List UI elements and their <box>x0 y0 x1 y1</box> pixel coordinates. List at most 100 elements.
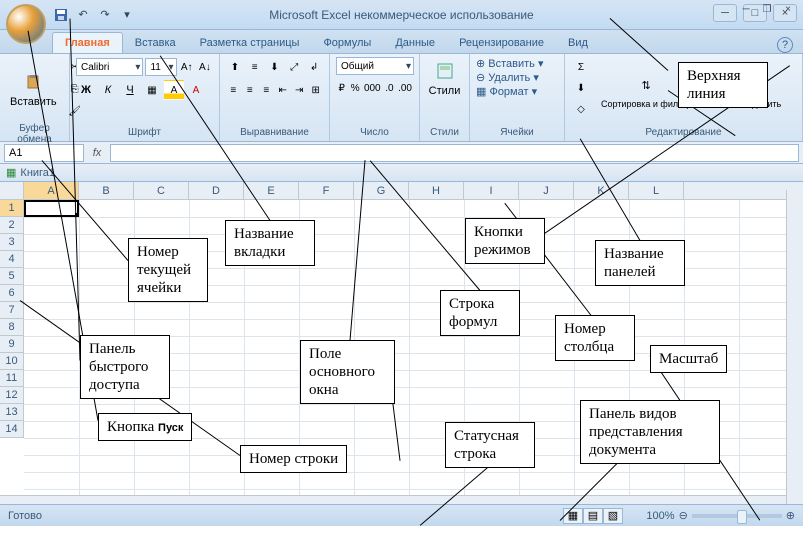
row-header-2[interactable]: 2 <box>0 217 23 234</box>
col-header-J[interactable]: J <box>519 182 574 199</box>
grow-font-icon[interactable]: A↑ <box>179 57 195 77</box>
shrink-font-icon[interactable]: A↓ <box>197 57 213 77</box>
callout-row-number: Номер строки <box>240 445 347 473</box>
dec-decimal-icon[interactable]: .00 <box>397 78 413 98</box>
view-break-icon[interactable]: ▧ <box>603 508 623 524</box>
wrap-text-icon[interactable]: ↲ <box>305 57 323 77</box>
align-right-icon[interactable]: ≡ <box>259 80 274 100</box>
row-header-13[interactable]: 13 <box>0 404 23 421</box>
font-name-combo[interactable]: Calibri <box>76 58 143 76</box>
row-header-5[interactable]: 5 <box>0 268 23 285</box>
zoom-control: 100% ⊖ ⊕ <box>646 509 795 522</box>
office-button[interactable] <box>6 4 46 44</box>
tab-review[interactable]: Рецензирование <box>447 33 556 53</box>
callout-view-panel: Панель видов представления документа <box>580 400 720 464</box>
callout-main-field: Поле основного окна <box>300 340 395 404</box>
row-header-12[interactable]: 12 <box>0 387 23 404</box>
mdi-minimize[interactable]: ─ <box>737 2 755 16</box>
tab-formulas[interactable]: Формулы <box>311 33 383 53</box>
indent-dec-icon[interactable]: ⇤ <box>276 80 291 100</box>
zoom-value[interactable]: 100% <box>646 510 674 522</box>
col-header-K[interactable]: K <box>574 182 629 199</box>
align-left-icon[interactable]: ≡ <box>226 80 241 100</box>
view-page-icon[interactable]: ▤ <box>583 508 603 524</box>
view-normal-icon[interactable]: ▦ <box>563 508 583 524</box>
paste-label: Вставить <box>10 96 57 108</box>
zoom-in-icon[interactable]: ⊕ <box>786 509 795 522</box>
name-box[interactable]: A1 <box>4 144 84 162</box>
col-header-A[interactable]: A <box>24 182 79 199</box>
styles-icon <box>433 59 457 83</box>
vertical-scrollbar[interactable] <box>786 190 803 512</box>
group-label-cells: Ячейки <box>476 125 558 138</box>
row-header-14[interactable]: 14 <box>0 421 23 438</box>
qat-dropdown-icon[interactable]: ▾ <box>118 6 136 24</box>
save-icon[interactable] <box>52 6 70 24</box>
zoom-out-icon[interactable]: ⊖ <box>679 509 688 522</box>
redo-icon[interactable]: ↷ <box>96 6 114 24</box>
formula-input[interactable] <box>110 144 799 162</box>
mdi-close[interactable]: × <box>779 2 797 16</box>
tab-home[interactable]: Главная <box>52 32 123 53</box>
cells-format[interactable]: ▦ Формат ▾ <box>476 85 544 98</box>
number-format-combo[interactable]: Общий <box>336 57 414 75</box>
italic-icon[interactable]: К <box>98 80 118 100</box>
help-icon[interactable]: ? <box>777 37 793 53</box>
group-number: Общий ₽ % 000 .0 .00 Число <box>330 54 420 141</box>
group-label-alignment: Выравнивание <box>226 125 323 138</box>
clear-icon[interactable]: ◇ <box>571 99 591 119</box>
align-top-icon[interactable]: ⬆ <box>226 57 244 77</box>
align-middle-icon[interactable]: ≡ <box>246 57 264 77</box>
tab-insert[interactable]: Вставка <box>123 33 188 53</box>
tab-view[interactable]: Вид <box>556 33 600 53</box>
col-header-D[interactable]: D <box>189 182 244 199</box>
fx-icon[interactable]: fx <box>88 144 106 162</box>
cells-delete[interactable]: ⊖ Удалить ▾ <box>476 71 544 84</box>
col-header-H[interactable]: H <box>409 182 464 199</box>
active-cell[interactable] <box>24 200 79 217</box>
row-header-9[interactable]: 9 <box>0 336 23 353</box>
mdi-restore[interactable]: ❐ <box>758 2 776 16</box>
fill-icon[interactable]: ⬇ <box>571 78 591 98</box>
col-header-C[interactable]: C <box>134 182 189 199</box>
currency-icon[interactable]: ₽ <box>336 78 347 98</box>
border-icon[interactable]: ▦ <box>142 80 162 100</box>
row-header-1[interactable]: 1 <box>0 200 23 217</box>
comma-icon[interactable]: 000 <box>363 78 382 98</box>
select-all-corner[interactable] <box>0 182 24 200</box>
cells-insert[interactable]: ⊕ Вставить ▾ <box>476 57 544 70</box>
bold-icon[interactable]: Ж <box>76 80 96 100</box>
minimize-button[interactable]: ─ <box>713 4 737 22</box>
merge-icon[interactable]: ⊞ <box>309 80 324 100</box>
col-header-E[interactable]: E <box>244 182 299 199</box>
col-header-F[interactable]: F <box>299 182 354 199</box>
view-buttons: ▦ ▤ ▧ <box>563 508 623 524</box>
col-header-B[interactable]: B <box>79 182 134 199</box>
undo-icon[interactable]: ↶ <box>74 6 92 24</box>
underline-icon[interactable]: Ч <box>120 80 140 100</box>
align-bottom-icon[interactable]: ⬇ <box>266 57 284 77</box>
inc-decimal-icon[interactable]: .0 <box>384 78 395 98</box>
styles-button[interactable]: Стили <box>426 57 463 99</box>
autosum-icon[interactable]: Σ <box>571 57 591 77</box>
row-header-7[interactable]: 7 <box>0 302 23 319</box>
align-center-icon[interactable]: ≡ <box>243 80 258 100</box>
row-header-4[interactable]: 4 <box>0 251 23 268</box>
row-header-10[interactable]: 10 <box>0 353 23 370</box>
row-header-3[interactable]: 3 <box>0 234 23 251</box>
col-headers: ABCDEFGHIJKL <box>24 182 803 200</box>
orientation-icon[interactable]: ⤢ <box>285 57 303 77</box>
callout-qat: Панель быстрого доступа <box>80 335 170 399</box>
col-header-L[interactable]: L <box>629 182 684 199</box>
col-header-I[interactable]: I <box>464 182 519 199</box>
row-header-8[interactable]: 8 <box>0 319 23 336</box>
indent-inc-icon[interactable]: ⇥ <box>292 80 307 100</box>
zoom-slider[interactable] <box>692 514 782 518</box>
tab-data[interactable]: Данные <box>383 33 447 53</box>
font-color-icon[interactable]: A <box>186 80 206 100</box>
quick-access-toolbar: ↶ ↷ ▾ <box>52 6 136 24</box>
tab-page-layout[interactable]: Разметка страницы <box>188 33 312 53</box>
row-header-11[interactable]: 11 <box>0 370 23 387</box>
percent-icon[interactable]: % <box>349 78 360 98</box>
fill-color-icon[interactable]: A <box>164 80 184 100</box>
